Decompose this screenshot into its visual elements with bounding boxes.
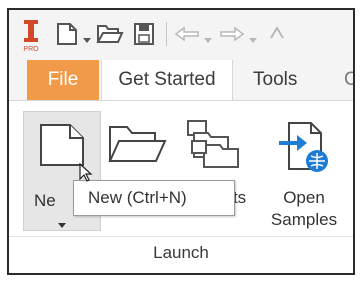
open-folder-icon[interactable] xyxy=(107,123,167,170)
new-button-label: Ne xyxy=(34,191,56,210)
toolbar-separator xyxy=(166,22,167,46)
tab-tools[interactable]: Tools xyxy=(253,60,297,100)
mouse-cursor-icon xyxy=(79,162,93,188)
svg-text:PRO: PRO xyxy=(23,46,39,53)
open-samples-button[interactable]: Open Samples xyxy=(259,111,349,231)
undo-icon[interactable] xyxy=(174,26,200,47)
panel-title-launch: Launch xyxy=(153,243,209,262)
new-button-tooltip: New (Ctrl+N) xyxy=(73,180,235,216)
open-samples-icon xyxy=(279,119,331,180)
redo-dropdown-chevron-icon[interactable] xyxy=(249,31,257,49)
new-document-icon[interactable] xyxy=(55,22,79,51)
tab-truncated[interactable]: C xyxy=(344,60,353,100)
new-dropdown-chevron-icon[interactable] xyxy=(83,31,91,49)
redo-icon[interactable] xyxy=(219,26,245,47)
projects-icon[interactable] xyxy=(184,117,242,176)
ribbon-tab-bar: File Get Started Tools C xyxy=(9,60,353,100)
open-samples-label-line2: Samples xyxy=(270,210,338,229)
open-samples-label-line1: Open xyxy=(283,188,325,207)
open-folder-icon[interactable] xyxy=(96,23,124,50)
partial-toolbar-icon[interactable] xyxy=(267,26,291,47)
panel-divider xyxy=(9,236,353,237)
tab-get-started[interactable]: Get Started xyxy=(101,60,233,100)
new-dropdown-chevron-icon[interactable] xyxy=(58,216,66,234)
quick-access-toolbar: PRO xyxy=(9,10,353,58)
save-icon[interactable] xyxy=(133,22,155,51)
app-window: PRO File Get Started Tools Ne Open Sampl… xyxy=(7,8,355,275)
undo-dropdown-chevron-icon[interactable] xyxy=(204,31,212,49)
tab-file[interactable]: File xyxy=(27,60,99,100)
inventor-pro-icon[interactable]: PRO xyxy=(21,18,41,59)
